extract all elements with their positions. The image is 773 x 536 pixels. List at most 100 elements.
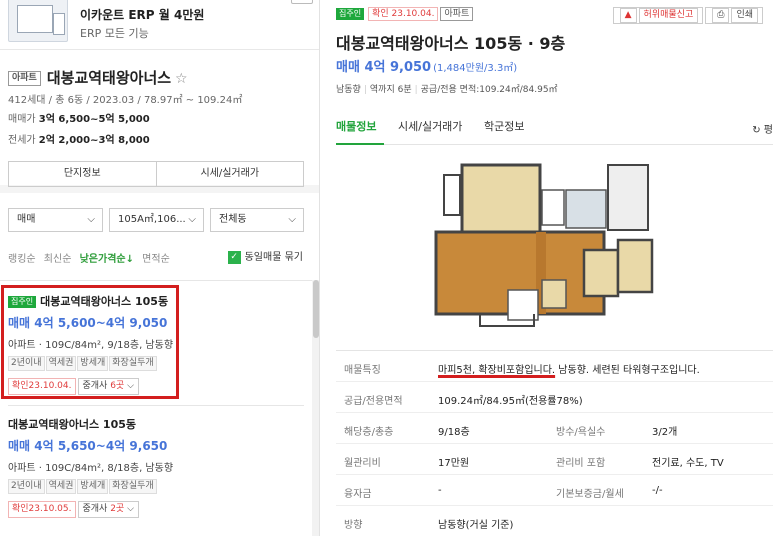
same-listing-checkbox[interactable]: ✓ 동일매물 묶기 xyxy=(227,248,308,264)
listing-panel: 이카운트 ERP 월 4만원 ERP 모든 기능 아파트 대봉교역태왕아너스 ☆ 4… xyxy=(0,0,320,536)
mgmt-includes-label: 관리비 포함 xyxy=(556,458,606,469)
dong-select[interactable]: 전체동 ⌵ xyxy=(210,208,304,232)
price-history-button[interactable]: 시세/실거래가 xyxy=(155,162,304,186)
area-info: 공급/전용 면적:109.24㎡/84.95㎡ xyxy=(420,85,558,95)
ad-corner-badge xyxy=(291,0,313,4)
report-button[interactable]: ▲ 허위매물신고 xyxy=(612,7,704,24)
listing-scrollbar[interactable] xyxy=(312,280,319,536)
print-button[interactable]: ⎙ 인쇄 xyxy=(705,7,763,24)
loan-value: - xyxy=(438,485,442,496)
confirmed-date: 확인23.10.05. xyxy=(8,501,76,518)
mgmt-includes-value: 전기료, 수도, TV xyxy=(652,458,724,469)
complex-meta: 412세대 / 총 6동 / 2023.03 / 78.97㎡ ~ 109.24… xyxy=(8,95,243,106)
chevron-down-icon: ⌵ xyxy=(87,214,95,225)
listing-info-table: 매물특징 마피5천, 확장비포함입니다. 남동향. 세련된 타워형구조입니다. … xyxy=(336,350,773,536)
print-icon: ⎙ xyxy=(712,8,730,23)
direction-value: 남동향(거실 기준) xyxy=(438,520,514,531)
tag: 역세권 xyxy=(45,479,77,494)
ad-thumbnail xyxy=(8,0,68,42)
ad-subtitle: ERP 모든 기능 xyxy=(80,27,149,40)
listing-item[interactable]: 대봉교역태왕아너스 105동 매매 4억 5,650~4억 9,650 아파트 … xyxy=(0,416,312,518)
ad-title: 이카운트 ERP 월 4만원 xyxy=(80,8,205,22)
mgmt-fee-value: 17만원 xyxy=(438,458,470,469)
feature-label: 매물특징 xyxy=(344,365,381,376)
detail-actions: ▲ 허위매물신고 ⎙ 인쇄 xyxy=(611,7,763,24)
info-row-direction: 방향 남동향(거실 기준) xyxy=(336,506,773,536)
list-divider xyxy=(8,405,304,406)
floor-plan-image[interactable] xyxy=(424,150,674,330)
refresh-button[interactable]: ↻ 평 xyxy=(752,121,773,136)
loan-label: 융자금 xyxy=(344,489,372,500)
owner-badge: 집주인 xyxy=(336,7,365,20)
price-value: 매매 4억 9,050 xyxy=(336,60,432,75)
type-tag: 아파트 xyxy=(440,7,474,21)
rooms-value: 3/2개 xyxy=(652,427,678,438)
agent-count: 2곳 xyxy=(110,504,125,514)
detail-tags: 집주인 확인 23.10.04. 아파트 xyxy=(336,7,474,21)
tab-listing-info[interactable]: 매물정보 xyxy=(336,118,376,134)
deposit-value: -/- xyxy=(652,485,663,496)
separator: | xyxy=(363,85,367,95)
same-listing-label: 동일매물 묶기 xyxy=(244,252,303,263)
dong-value: 전체동 xyxy=(219,214,247,225)
scrollbar-thumb[interactable] xyxy=(313,280,319,338)
listing-title: 대봉교역태왕아너스 105동 xyxy=(8,416,312,432)
sort-ranking[interactable]: 랭킹순 xyxy=(8,254,36,265)
listing-price: 매매 4억 5,650~4억 9,650 xyxy=(8,439,168,453)
sort-newest[interactable]: 최신순 xyxy=(44,254,72,265)
sale-price-label: 매매가 xyxy=(8,114,36,125)
complex-summary: 아파트 대봉교역태왕아너스 ☆ 412세대 / 총 6동 / 2023.03 / 7… xyxy=(0,58,319,193)
detail-tabs: 매물정보 시세/실거래가 학군정보 ↻ 평 xyxy=(336,116,773,145)
agent-label: 중개사 xyxy=(82,504,111,514)
floor-label: 해당층/총층 xyxy=(344,427,394,438)
favorite-star-icon[interactable]: ☆ xyxy=(175,71,188,87)
feature-rest: 남동향. 세련된 타워형구조입니다. xyxy=(555,365,700,376)
floor-value: 9/18층 xyxy=(438,427,470,438)
report-label: 허위매물신고 xyxy=(638,8,699,23)
listing-tags: 2년이내 역세권 방세개 화장실두개 xyxy=(8,478,312,494)
mgmt-fee-label: 월관리비 xyxy=(344,458,381,469)
listing-name: 대봉교역태왕아너스 105동 xyxy=(8,418,136,431)
area-select[interactable]: 105A㎡,106... ⌵ xyxy=(109,208,204,232)
info-row-feature: 매물특징 마피5천, 확장비포함입니다. 남동향. 세련된 타워형구조입니다. xyxy=(336,351,773,382)
listing-spec: 아파트 · 109C/84m², 8/18층, 남동향 xyxy=(8,463,174,474)
siren-icon: ▲ xyxy=(619,8,637,23)
jeonse-price-label: 전세가 xyxy=(8,135,36,146)
detail-title: 대봉교역태왕아너스 105동 · 9층 xyxy=(336,34,566,53)
detail-price: 매매 4억 9,050 (1,484만원/3.3㎡) xyxy=(336,56,517,75)
sort-lowest-price[interactable]: 낮은가격순↓ xyxy=(80,254,134,265)
tab-price-history[interactable]: 시세/실거래가 xyxy=(398,118,462,134)
chevron-down-icon: ⌵ xyxy=(188,214,196,225)
separator: | xyxy=(414,85,418,95)
price-per-area: (1,484만원/3.3㎡) xyxy=(433,63,518,74)
sale-price-range: 매매가 3억 6,500~5억 5,000 xyxy=(8,110,150,125)
agent-count-button[interactable]: 중개사 2곳 ⌵ xyxy=(77,501,139,518)
chevron-down-icon: ⌵ xyxy=(288,214,296,225)
area-value: 105A㎡,106... xyxy=(118,214,186,225)
feature-value: 마피5천, 확장비포함입니다. 남동향. 세련된 타워형구조입니다. xyxy=(438,361,700,376)
jeonse-price-range: 전세가 2억 2,000~3억 8,000 xyxy=(8,131,150,146)
jeonse-price-value: 2억 2,000~3억 8,000 xyxy=(38,135,150,146)
complex-info-button[interactable]: 단지정보 xyxy=(9,162,156,186)
filter-bar: 매매 ⌵ 105A㎡,106... ⌵ 전체동 ⌵ xyxy=(8,208,308,232)
sort-bar: 랭킹순 최신순 낮은가격순↓ 면적순 ✓ 동일매물 묶기 xyxy=(8,250,308,265)
trade-type-select[interactable]: 매매 ⌵ xyxy=(8,208,103,232)
sort-area[interactable]: 면적순 xyxy=(142,254,170,265)
detail-panel: 집주인 확인 23.10.04. 아파트 ▲ 허위매물신고 ⎙ 인쇄 대봉교역태왕아너… xyxy=(320,0,773,536)
rooms-label: 방수/욕실수 xyxy=(556,427,606,438)
info-row-management: 월관리비 17만원 관리비 포함 전기료, 수도, TV xyxy=(336,444,773,475)
direction: 남동향 xyxy=(336,85,361,95)
type-tag: 아파트 xyxy=(8,71,41,86)
complex-buttons: 단지정보 시세/실거래가 xyxy=(8,161,304,187)
ad-banner[interactable]: 이카운트 ERP 월 4만원 ERP 모든 기능 xyxy=(0,0,319,50)
feature-highlight: 마피5천, 확장비포함입니다. xyxy=(438,365,556,376)
tag: 화장실두개 xyxy=(109,479,157,494)
info-row-loan: 융자금 - 기본보증금/월세 -/- xyxy=(336,475,773,506)
active-tab-indicator xyxy=(336,143,384,145)
sale-price-value: 3억 6,500~5억 5,000 xyxy=(38,114,150,125)
checkmark-icon: ✓ xyxy=(227,250,241,264)
direction-label: 방향 xyxy=(344,520,363,531)
confirmed-date: 확인 23.10.04. xyxy=(368,7,439,21)
tab-school-info[interactable]: 학군정보 xyxy=(484,118,524,134)
print-label: 인쇄 xyxy=(731,8,758,23)
